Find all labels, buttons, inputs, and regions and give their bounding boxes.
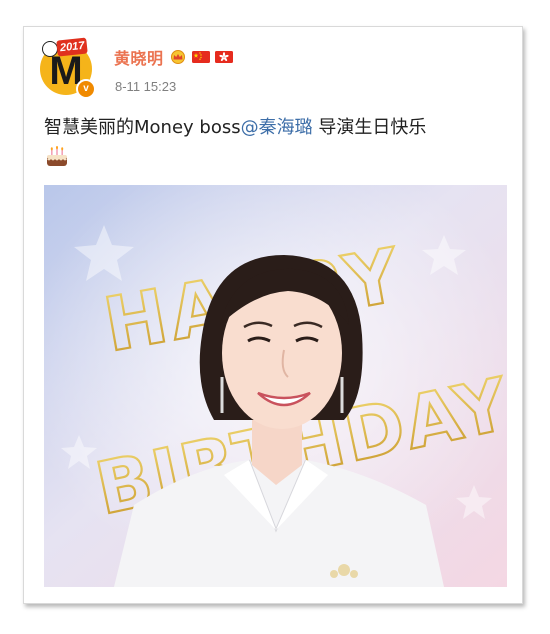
post-text-prefix: 智慧美丽的Money boss	[44, 117, 241, 138]
hong-kong-flag-icon[interactable]	[214, 50, 233, 64]
username-link[interactable]: 黄晓明	[114, 45, 164, 69]
weibo-post-card: M 2017 v 黄晓明 8-11 15:23 智慧美丽的Money boss@…	[23, 26, 523, 604]
post-timestamp[interactable]: 8-11 15:23	[115, 79, 176, 94]
mention-link[interactable]: @秦海璐	[241, 117, 313, 138]
year-badge: 2017	[56, 37, 89, 57]
crown-badge-icon[interactable]	[169, 50, 187, 64]
verified-icon: v	[76, 79, 96, 99]
china-flag-icon[interactable]	[191, 50, 210, 64]
username-row: 黄晓明	[114, 45, 233, 69]
avatar[interactable]: M 2017 v	[40, 37, 96, 99]
post-photo[interactable]: HAPPY BIRTHDAY	[44, 185, 507, 587]
post-text-suffix: 导演生日快乐	[312, 117, 427, 138]
birthday-cake-icon	[47, 146, 67, 166]
post-text: 智慧美丽的Money boss@秦海璐 导演生日快乐	[44, 116, 514, 140]
